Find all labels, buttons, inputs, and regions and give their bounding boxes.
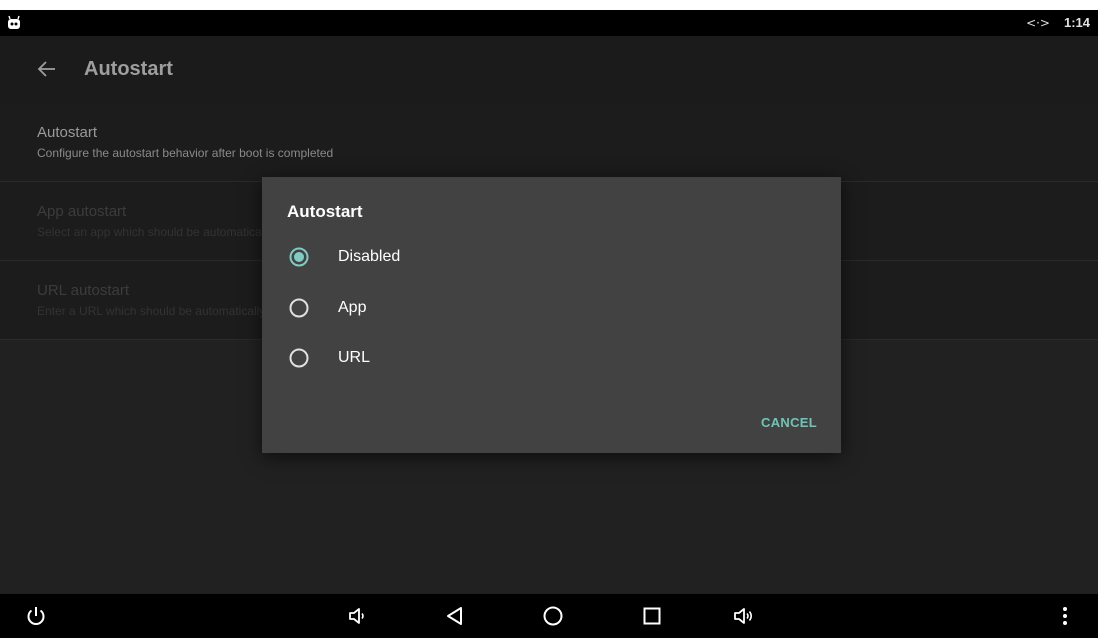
navigation-bar [0,594,1098,638]
option-label: URL [338,349,371,366]
volume-down-icon[interactable] [345,604,369,628]
android-screen: <·> 1:14 Autostart Autostart Configure t… [0,10,1098,638]
radio-unselected-icon[interactable] [289,348,309,368]
back-triangle-icon[interactable] [443,604,467,628]
cancel-button[interactable]: CANCEL [761,415,817,430]
radio-unselected-icon[interactable] [289,298,309,318]
dialog-title: Autostart [287,202,363,221]
option-url[interactable]: URL [262,335,841,385]
home-circle-icon[interactable] [541,604,565,628]
option-disabled[interactable]: Disabled [262,234,841,284]
recents-square-icon[interactable] [640,604,664,628]
autostart-dialog: Autostart Disabled App URL CANCEL [262,177,841,453]
option-label: App [338,299,367,316]
radio-selected-icon[interactable] [289,247,309,267]
volume-up-icon[interactable] [732,604,756,628]
power-icon[interactable] [24,604,48,628]
option-app[interactable]: App [262,285,841,335]
option-label: Disabled [338,248,401,265]
overflow-menu-icon[interactable] [1053,604,1077,628]
